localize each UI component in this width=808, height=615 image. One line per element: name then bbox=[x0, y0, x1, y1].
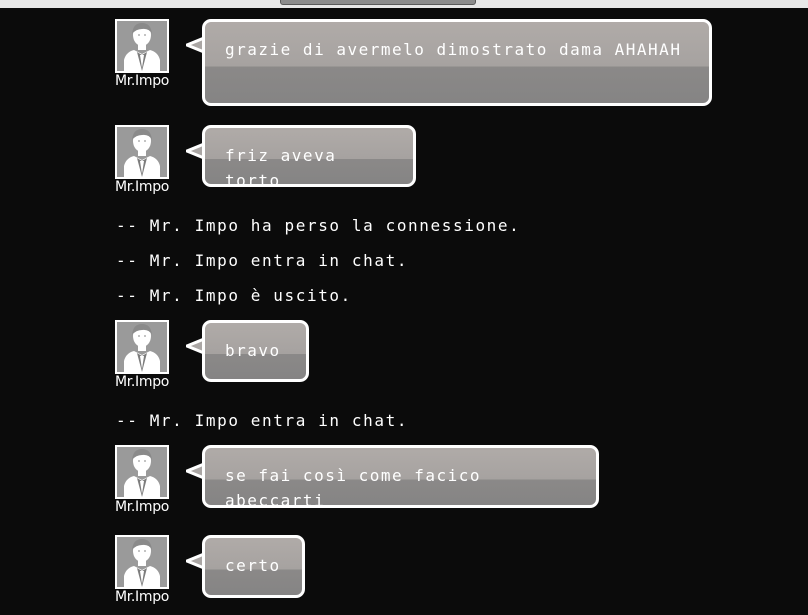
chat-bubble: friz aveva torto bbox=[202, 125, 416, 187]
system-message: -- Mr. Impo ha perso la connessione. bbox=[116, 216, 521, 235]
chat-message-avatar: Mr.Impo bbox=[108, 19, 176, 89]
system-message: -- Mr. Impo entra in chat. bbox=[116, 411, 409, 430]
username: Mr.Impo bbox=[114, 589, 170, 605]
chat-message-avatar: Mr.Impo bbox=[108, 445, 176, 515]
chat-message-avatar: Mr.Impo bbox=[108, 320, 176, 390]
system-message: -- Mr. Impo è uscito. bbox=[116, 286, 352, 305]
username: Mr.Impo bbox=[114, 374, 170, 390]
system-message: -- Mr. Impo entra in chat. bbox=[116, 251, 409, 270]
user-avatar-icon[interactable] bbox=[115, 125, 169, 179]
user-avatar-icon[interactable] bbox=[115, 19, 169, 73]
user-avatar-icon[interactable] bbox=[115, 445, 169, 499]
chat-bubble: grazie di avermelo dimostrato dama AHAHA… bbox=[202, 19, 712, 106]
username: Mr.Impo bbox=[114, 499, 170, 515]
scroll-tab[interactable] bbox=[280, 0, 476, 5]
chat-bubble: certo bbox=[202, 535, 305, 598]
username: Mr.Impo bbox=[114, 73, 170, 89]
chat-bubble: bravo bbox=[202, 320, 309, 382]
chat-message-avatar: Mr.Impo bbox=[108, 125, 176, 195]
chat-bubble: se fai così come facico abeccarti bbox=[202, 445, 599, 508]
user-avatar-icon[interactable] bbox=[115, 320, 169, 374]
user-avatar-icon[interactable] bbox=[115, 535, 169, 589]
chat-message-avatar: Mr.Impo bbox=[108, 535, 176, 605]
browser-top-bar bbox=[0, 0, 808, 8]
username: Mr.Impo bbox=[114, 179, 170, 195]
